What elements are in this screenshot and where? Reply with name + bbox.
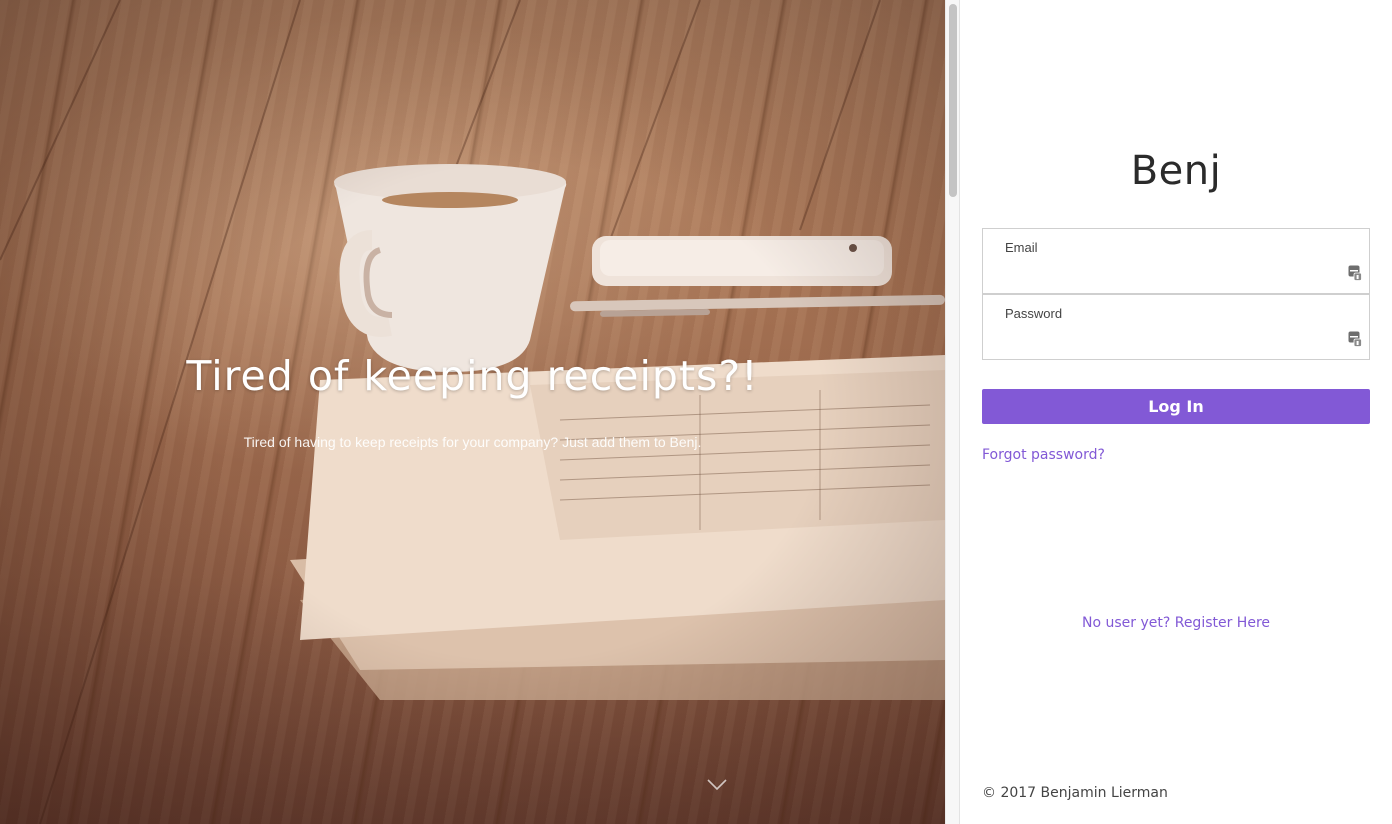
register-link-label: Register Here	[1174, 615, 1271, 631]
email-field[interactable]: Email	[982, 228, 1370, 294]
copyright-footer: © 2017 Benjamin Lierman	[982, 785, 1168, 801]
login-button[interactable]: Log In	[982, 389, 1370, 424]
register-link[interactable]: No user yet? Register Here	[1082, 615, 1270, 631]
hero-vignette	[0, 0, 945, 824]
password-label: Password	[1005, 306, 1063, 321]
brand-logo: Benj	[1130, 148, 1222, 194]
hero-subtitle: Tired of having to keep receipts for you…	[243, 434, 702, 450]
password-field[interactable]: Password	[982, 294, 1370, 360]
chevron-down-icon[interactable]	[706, 778, 728, 792]
scrollbar[interactable]	[945, 0, 960, 824]
register-prompt: No user yet? Register Here	[960, 615, 1392, 631]
keychain-autofill-icon[interactable]	[1348, 331, 1362, 347]
login-panel: Benj Email Password Log In Forgot passwo…	[960, 0, 1392, 824]
hero-section: Tired of keeping receipts?! Tired of hav…	[0, 0, 945, 824]
keychain-autofill-icon[interactable]	[1348, 265, 1362, 281]
email-input[interactable]	[1005, 261, 1335, 285]
email-label: Email	[1005, 240, 1038, 255]
password-input[interactable]	[1005, 327, 1335, 351]
scrollbar-thumb[interactable]	[949, 4, 957, 197]
hero-title: Tired of keeping receipts?!	[186, 352, 759, 400]
register-prefix: No user yet?	[1081, 615, 1171, 631]
forgot-password-link[interactable]: Forgot password?	[982, 447, 1105, 463]
